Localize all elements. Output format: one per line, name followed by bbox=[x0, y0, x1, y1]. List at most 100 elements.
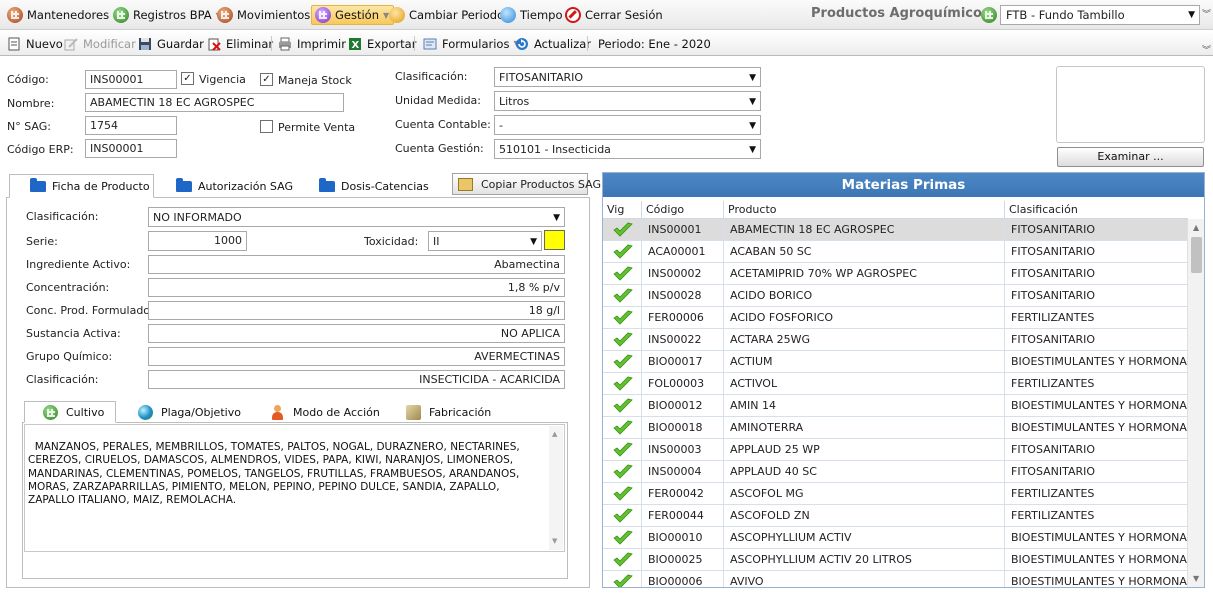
formularios-button[interactable]: Formularios▼ bbox=[423, 35, 520, 52]
actualizar-button[interactable]: Actualizar bbox=[515, 35, 591, 52]
codigo-input[interactable]: INS00001 bbox=[85, 70, 177, 89]
imprimir-button[interactable]: Imprimir bbox=[278, 35, 346, 52]
conc-formulado-input[interactable]: 18 g/l bbox=[148, 301, 565, 320]
table-row[interactable]: FER00006 ACIDO FOSFORICO FERTILIZANTES bbox=[603, 307, 1188, 329]
column-header-producto[interactable]: Producto bbox=[723, 201, 1004, 219]
clasificacion-cell: BIOESTIMULANTES Y HORMONAS bbox=[1004, 395, 1188, 417]
table-row[interactable]: INS00022 ACTARA 25WG FITOSANITARIO bbox=[603, 329, 1188, 351]
gestion-icon bbox=[315, 7, 331, 23]
ficha-clasificacion2-input[interactable]: INSECTICIDA - ACARICIDA bbox=[148, 370, 565, 389]
table-row[interactable]: INS00028 ACIDO BORICO FITOSANITARIO bbox=[603, 285, 1188, 307]
chevron-down-icon: ▼ bbox=[749, 121, 756, 131]
concentracion-input[interactable]: 1,8 % p/v bbox=[148, 278, 565, 297]
grupo-quimico-input[interactable]: AVERMECTINAS bbox=[148, 347, 565, 366]
table-row[interactable]: BIO00017 ACTIUM BIOESTIMULANTES Y HORMONAS bbox=[603, 351, 1188, 373]
ficha-clasificacion-label: Clasificación: bbox=[26, 210, 99, 223]
subtab-modo-accion[interactable]: Modo de Acción bbox=[264, 401, 386, 423]
table-row[interactable]: FER00044 ASCOFOLD ZN FERTILIZANTES bbox=[603, 505, 1188, 527]
column-header-codigo[interactable]: Código bbox=[641, 201, 723, 219]
nombre-input[interactable]: ABAMECTIN 18 EC AGROSPEC bbox=[85, 93, 344, 112]
menu-movimientos[interactable]: Movimientos▼ bbox=[214, 5, 324, 25]
scroll-up-icon[interactable]: ▲ bbox=[552, 428, 557, 441]
subtab-cultivo[interactable]: Cultivo bbox=[24, 401, 116, 423]
table-row[interactable]: INS00001 ABAMECTIN 18 EC AGROSPEC FITOSANI… bbox=[603, 219, 1188, 241]
tab-autorizacion-sag[interactable]: Autorización SAG bbox=[170, 174, 299, 198]
codigo-cell: FOL00003 bbox=[641, 373, 723, 395]
examinar-button[interactable]: Examinar ... bbox=[1057, 147, 1204, 167]
eliminar-button[interactable]: Eliminar bbox=[207, 35, 273, 52]
menu-bar: Mantenedores▼ Registros BPA▼ Movimientos… bbox=[0, 0, 1213, 30]
save-icon bbox=[139, 37, 151, 50]
collapse-icon[interactable]: ︾ bbox=[1202, 43, 1211, 56]
column-header-vig[interactable]: Vig bbox=[603, 201, 641, 219]
copiar-productos-sag-button[interactable]: Copiar Productos SAG bbox=[452, 173, 601, 195]
menu-cerrar-sesion[interactable]: Cerrar Sesión bbox=[562, 5, 667, 25]
tab-dosis-carencias[interactable]: Dosis-Catencias bbox=[313, 174, 435, 198]
ficha-clasificacion-select[interactable]: NO INFORMADO ▼ bbox=[148, 207, 565, 227]
collapse-icon[interactable]: ︾ bbox=[1202, 7, 1211, 20]
producto-cell: APPLAUD 40 SC bbox=[723, 461, 1004, 483]
table-row[interactable]: BIO00012 AMIN 14 BIOESTIMULANTES Y HORMONA… bbox=[603, 395, 1188, 417]
serie-input[interactable]: 1000 bbox=[148, 231, 247, 251]
tab-ficha-producto[interactable]: Ficha de Producto bbox=[9, 174, 154, 198]
table-row[interactable]: BIO00025 ASCOPHYLLIUM ACTIV 20 LITROS BIOE… bbox=[603, 549, 1188, 571]
subtab-plaga-objetivo[interactable]: Plaga/Objetivo bbox=[132, 401, 247, 423]
scroll-up-icon[interactable]: ▲ bbox=[1193, 223, 1199, 232]
chevron-down-icon: ▼ bbox=[749, 73, 756, 83]
menu-registros-bpa[interactable]: Registros BPA▼ bbox=[110, 5, 226, 25]
menu-gestion[interactable]: Gestión ▼ bbox=[311, 5, 395, 25]
maneja-stock-label: Maneja Stock bbox=[278, 74, 352, 87]
table-row[interactable]: INS00003 APPLAUD 25 WP FITOSANITARIO bbox=[603, 439, 1188, 461]
table-row[interactable]: ACA00001 ACABAN 50 SC FITOSANITARIO bbox=[603, 241, 1188, 263]
menu-cambiar-periodo[interactable]: Cambiar Periodo bbox=[386, 5, 508, 25]
table-row[interactable]: INS00004 APPLAUD 40 SC FITOSANITARIO bbox=[603, 461, 1188, 483]
guardar-button[interactable]: Guardar bbox=[138, 35, 204, 52]
clasificacion-select[interactable]: FITOSANITARIO ▼ bbox=[494, 67, 761, 87]
clasificacion-cell: FITOSANITARIO bbox=[1004, 285, 1188, 307]
permite-venta-checkbox[interactable] bbox=[260, 120, 273, 133]
sag-input[interactable]: 1754 bbox=[85, 116, 177, 135]
grid-scrollbar[interactable]: ▲ ▼ bbox=[1187, 219, 1204, 587]
textarea-scrollbar[interactable]: ▲ ▼ bbox=[549, 426, 563, 550]
cuenta-gestion-select[interactable]: 510101 - Insecticida ▼ bbox=[494, 139, 761, 159]
producto-cell: ABAMECTIN 18 EC AGROSPEC bbox=[723, 219, 1004, 241]
ingrediente-input[interactable]: Abamectina bbox=[148, 255, 565, 274]
grid-title: Materias Primas bbox=[603, 173, 1204, 197]
scroll-down-icon[interactable]: ▼ bbox=[552, 535, 557, 548]
menu-mantenedores[interactable]: Mantenedores▼ bbox=[4, 5, 123, 25]
vigencia-cell bbox=[603, 307, 641, 329]
cultivo-textarea[interactable]: MANZANOS, PERALES, MEMBRILLOS, TOMATES, … bbox=[24, 424, 565, 552]
scroll-down-icon[interactable]: ▼ bbox=[1193, 574, 1199, 583]
table-row[interactable]: INS00002 ACETAMIPRID 70% WP AGROSPEC FITOS… bbox=[603, 263, 1188, 285]
concentracion-label: Concentración: bbox=[26, 281, 110, 294]
subtab-fabricacion[interactable]: Fabricación bbox=[400, 401, 497, 423]
producto-cell: ASCOFOLD ZN bbox=[723, 505, 1004, 527]
fundo-select[interactable]: FTB - Fundo Tambillo ▼ bbox=[1000, 5, 1200, 25]
separator bbox=[587, 36, 588, 51]
edit-icon bbox=[64, 37, 78, 50]
nuevo-button[interactable]: Nuevo bbox=[7, 35, 63, 52]
vigencia-checkbox[interactable]: ✓ bbox=[181, 72, 194, 85]
toxicidad-select[interactable]: II ▼ bbox=[428, 231, 542, 251]
vigencia-cell bbox=[603, 417, 641, 439]
cuenta-contable-select[interactable]: - ▼ bbox=[494, 115, 761, 135]
erp-input[interactable]: INS00001 bbox=[85, 139, 177, 158]
unidad-select[interactable]: Litros ▼ bbox=[494, 91, 761, 111]
sustancia-input[interactable]: NO APLICA bbox=[148, 324, 565, 343]
app-title: Productos Agroquímicos bbox=[811, 6, 990, 21]
fundo-icon bbox=[981, 7, 997, 23]
codigo-cell: INS00002 bbox=[641, 263, 723, 285]
vigencia-cell bbox=[603, 329, 641, 351]
separator bbox=[271, 36, 272, 51]
column-header-clasificacion[interactable]: Clasificación bbox=[1004, 201, 1188, 219]
exportar-button[interactable]: X Exportar bbox=[348, 35, 416, 52]
table-row[interactable]: BIO00018 AMINOTERRA BIOESTIMULANTES Y HORM… bbox=[603, 417, 1188, 439]
table-row[interactable]: FOL00003 ACTIVOL FERTILIZANTES bbox=[603, 373, 1188, 395]
menu-tiempo[interactable]: Tiempo bbox=[497, 5, 566, 25]
scroll-thumb[interactable] bbox=[1191, 237, 1202, 273]
table-row[interactable]: BIO00010 ASCOPHYLLIUM ACTIV BIOESTIMULANTE… bbox=[603, 527, 1188, 549]
maneja-stock-checkbox[interactable]: ✓ bbox=[260, 73, 273, 86]
table-row[interactable]: FER00042 ASCOFOL MG FERTILIZANTES bbox=[603, 483, 1188, 505]
table-row[interactable]: BIO00006 AVIVO BIOESTIMULANTES Y HORMONAS bbox=[603, 571, 1188, 587]
modificar-button[interactable]: Modificar bbox=[64, 35, 136, 52]
